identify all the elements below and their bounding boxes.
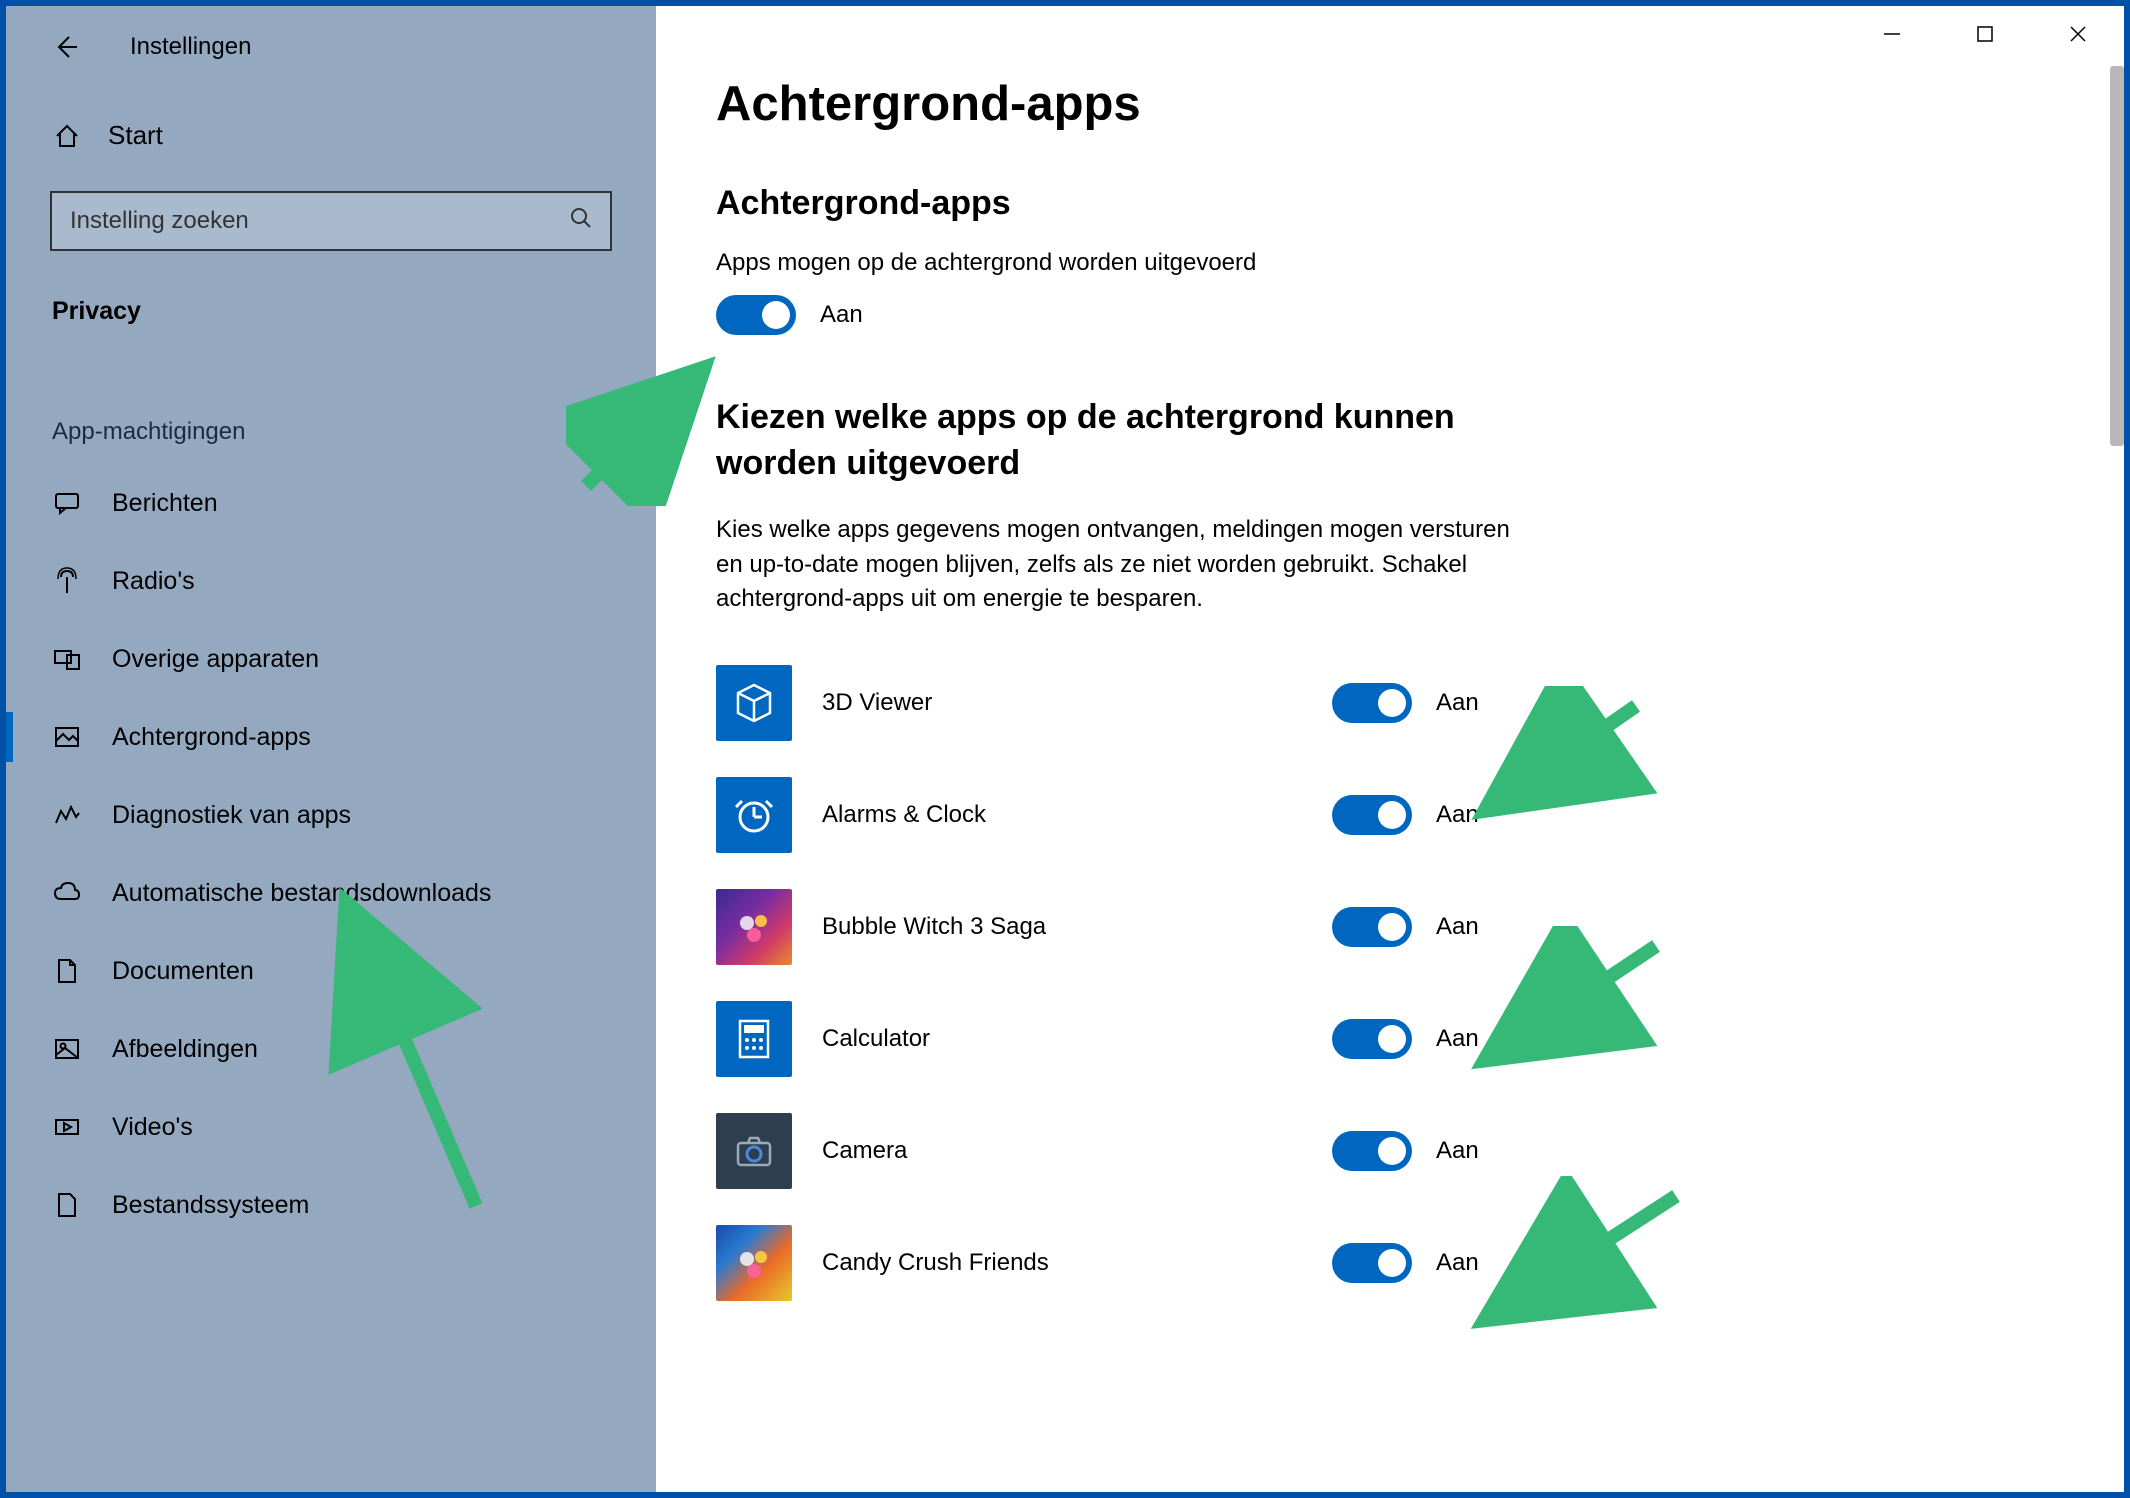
- home-icon: [52, 121, 82, 151]
- app-toggle[interactable]: [1332, 683, 1412, 723]
- home-label: Start: [108, 120, 163, 151]
- camera-icon: [716, 1113, 792, 1189]
- app-toggle-group: Aan: [1332, 1243, 1479, 1283]
- sidebar-item-videos[interactable]: Video's: [6, 1088, 656, 1166]
- scrollbar-thumb[interactable]: [2110, 66, 2124, 446]
- sidebar: Instellingen Start Privacy App-machtigin…: [6, 6, 656, 1492]
- app-name: Candy Crush Friends: [822, 1249, 1212, 1277]
- sidebar-item-label: Diagnostiek van apps: [112, 801, 351, 830]
- section1-desc: Apps mogen op de achtergrond worden uitg…: [716, 249, 2064, 277]
- app-toggle[interactable]: [1332, 1131, 1412, 1171]
- section-label: App-machtigingen: [6, 338, 656, 464]
- sidebar-item-berichten[interactable]: Berichten: [6, 464, 656, 542]
- category-label: Privacy: [6, 269, 656, 338]
- app-toggle[interactable]: [1332, 907, 1412, 947]
- app-toggle-label: Aan: [1436, 1137, 1479, 1165]
- message-icon: [52, 488, 82, 518]
- game-icon: [716, 889, 792, 965]
- app-name: Camera: [822, 1137, 1212, 1165]
- video-icon: [52, 1112, 82, 1142]
- cube-icon: [716, 665, 792, 741]
- app-toggle-label: Aan: [1436, 689, 1479, 717]
- sidebar-item-label: Afbeeldingen: [112, 1035, 258, 1064]
- section2-desc: Kies welke apps gegevens mogen ontvangen…: [716, 513, 1516, 617]
- sidebar-top: Instellingen: [6, 18, 656, 80]
- app-toggle[interactable]: [1332, 795, 1412, 835]
- page-title: Achtergrond-apps: [716, 76, 2064, 132]
- devices-icon: [52, 644, 82, 674]
- master-toggle[interactable]: [716, 295, 796, 335]
- sidebar-item-label: Overige apparaten: [112, 645, 319, 674]
- sidebar-item-auto-download[interactable]: Automatische bestandsdownloads: [6, 854, 656, 932]
- app-name: Bubble Witch 3 Saga: [822, 913, 1212, 941]
- minimize-button[interactable]: [1868, 10, 1916, 58]
- app-toggle-label: Aan: [1436, 913, 1479, 941]
- sidebar-item-label: Automatische bestandsdownloads: [112, 879, 491, 908]
- picture-icon: [52, 722, 82, 752]
- window-title: Instellingen: [130, 33, 251, 61]
- sidebar-item-documenten[interactable]: Documenten: [6, 932, 656, 1010]
- app-toggle-group: Aan: [1332, 907, 1479, 947]
- game-icon: [716, 1225, 792, 1301]
- app-row: Alarms & Clock Aan: [716, 759, 2064, 871]
- settings-window: Instellingen Start Privacy App-machtigin…: [0, 0, 2130, 1498]
- image-icon: [52, 1034, 82, 1064]
- sidebar-item-label: Berichten: [112, 489, 218, 518]
- sidebar-item-overige[interactable]: Overige apparaten: [6, 620, 656, 698]
- sidebar-item-label: Bestandssysteem: [112, 1191, 309, 1220]
- calculator-icon: [716, 1001, 792, 1077]
- app-toggle[interactable]: [1332, 1019, 1412, 1059]
- maximize-button[interactable]: [1961, 10, 2009, 58]
- app-row: Bubble Witch 3 Saga Aan: [716, 871, 2064, 983]
- app-row: Camera Aan: [716, 1095, 2064, 1207]
- search-box[interactable]: [50, 191, 612, 251]
- file-icon: [52, 1190, 82, 1220]
- app-row: 3D Viewer Aan: [716, 647, 2064, 759]
- home-nav[interactable]: Start: [6, 80, 656, 181]
- app-toggle-group: Aan: [1332, 1131, 1479, 1171]
- back-button[interactable]: [50, 32, 80, 62]
- diagnostics-icon: [52, 800, 82, 830]
- sidebar-item-label: Achtergrond-apps: [112, 723, 311, 752]
- app-toggle-group: Aan: [1332, 795, 1479, 835]
- sidebar-item-label: Documenten: [112, 957, 254, 986]
- alarm-icon: [716, 777, 792, 853]
- app-row: Candy Crush Friends Aan: [716, 1207, 2064, 1319]
- app-toggle-label: Aan: [1436, 1025, 1479, 1053]
- master-toggle-row: Aan: [716, 295, 2064, 335]
- cloud-icon: [52, 878, 82, 908]
- section2-title: Kiezen welke apps op de achtergrond kunn…: [716, 395, 1516, 487]
- app-toggle-group: Aan: [1332, 683, 1479, 723]
- main-content: Achtergrond-apps Achtergrond-apps Apps m…: [656, 6, 2124, 1492]
- sidebar-item-label: Radio's: [112, 567, 195, 596]
- app-name: 3D Viewer: [822, 689, 1212, 717]
- sidebar-item-achtergrond-apps[interactable]: Achtergrond-apps: [6, 698, 656, 776]
- sidebar-item-label: Video's: [112, 1113, 193, 1142]
- window-controls: [1868, 6, 2124, 62]
- sidebar-item-bestandssysteem[interactable]: Bestandssysteem: [6, 1166, 656, 1244]
- sidebar-item-afbeeldingen[interactable]: Afbeeldingen: [6, 1010, 656, 1088]
- sidebar-item-diagnostiek[interactable]: Diagnostiek van apps: [6, 776, 656, 854]
- app-toggle-label: Aan: [1436, 801, 1479, 829]
- app-toggle-label: Aan: [1436, 1249, 1479, 1277]
- apps-list: 3D ViewerAanAlarms & ClockAanBubble Witc…: [716, 647, 2064, 1319]
- radio-icon: [52, 566, 82, 596]
- master-toggle-label: Aan: [820, 301, 863, 329]
- app-toggle-group: Aan: [1332, 1019, 1479, 1059]
- section1-title: Achtergrond-apps: [716, 184, 2064, 223]
- app-row: Calculator Aan: [716, 983, 2064, 1095]
- app-name: Calculator: [822, 1025, 1212, 1053]
- content-row: Instellingen Start Privacy App-machtigin…: [6, 6, 2124, 1492]
- search-input[interactable]: [70, 207, 570, 235]
- search-icon: [570, 207, 592, 235]
- sidebar-item-radios[interactable]: Radio's: [6, 542, 656, 620]
- app-name: Alarms & Clock: [822, 801, 1212, 829]
- document-icon: [52, 956, 82, 986]
- app-toggle[interactable]: [1332, 1243, 1412, 1283]
- close-button[interactable]: [2054, 10, 2102, 58]
